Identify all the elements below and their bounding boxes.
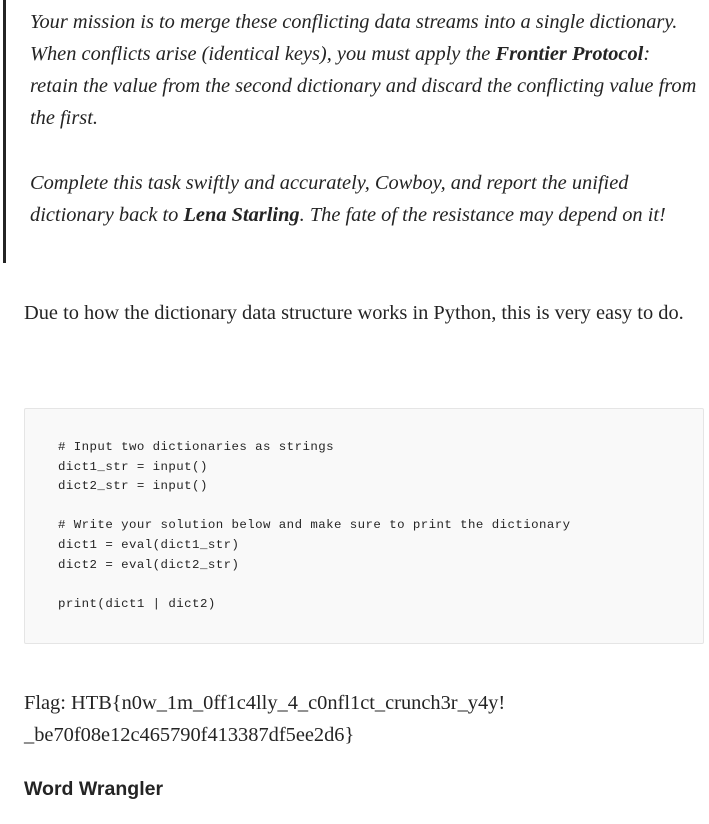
flag-paragraph: Flag: HTB{n0w_1m_0ff1c4lly_4_c0nfl1ct_cr…	[24, 687, 704, 751]
explanation-paragraph: Due to how the dictionary data structure…	[24, 302, 684, 324]
code-line: dict1 = eval(dict1_str)	[58, 538, 240, 552]
flag-line-1: Flag: HTB{n0w_1m_0ff1c4lly_4_c0nfl1ct_cr…	[24, 692, 506, 714]
flag-line-2: _be70f08e12c465790f413387df5ee2d6}	[24, 724, 355, 746]
code-line: dict2 = eval(dict2_str)	[58, 558, 240, 572]
section-heading: Word Wrangler	[24, 778, 164, 800]
blockquote: Your mission is to merge these conflicti…	[3, 0, 709, 263]
frontier-protocol-bold: Frontier Protocol	[495, 43, 644, 65]
report-paragraph: Complete this task swiftly and accuratel…	[30, 167, 700, 231]
code-block[interactable]: # Input two dictionaries as strings dict…	[24, 408, 704, 644]
mission-paragraph: Your mission is to merge these conflicti…	[30, 6, 700, 134]
code-line: # Write your solution below and make sur…	[58, 518, 571, 532]
code-line: # Input two dictionaries as strings	[58, 440, 334, 454]
code-line: dict1_str = input()	[58, 460, 208, 474]
report-text-end: . The fate of the resistance may depend …	[299, 204, 666, 226]
lena-starling-bold: Lena Starling	[183, 204, 300, 226]
code-line: print(dict1 | dict2)	[58, 597, 216, 611]
code-line: dict2_str = input()	[58, 479, 208, 493]
